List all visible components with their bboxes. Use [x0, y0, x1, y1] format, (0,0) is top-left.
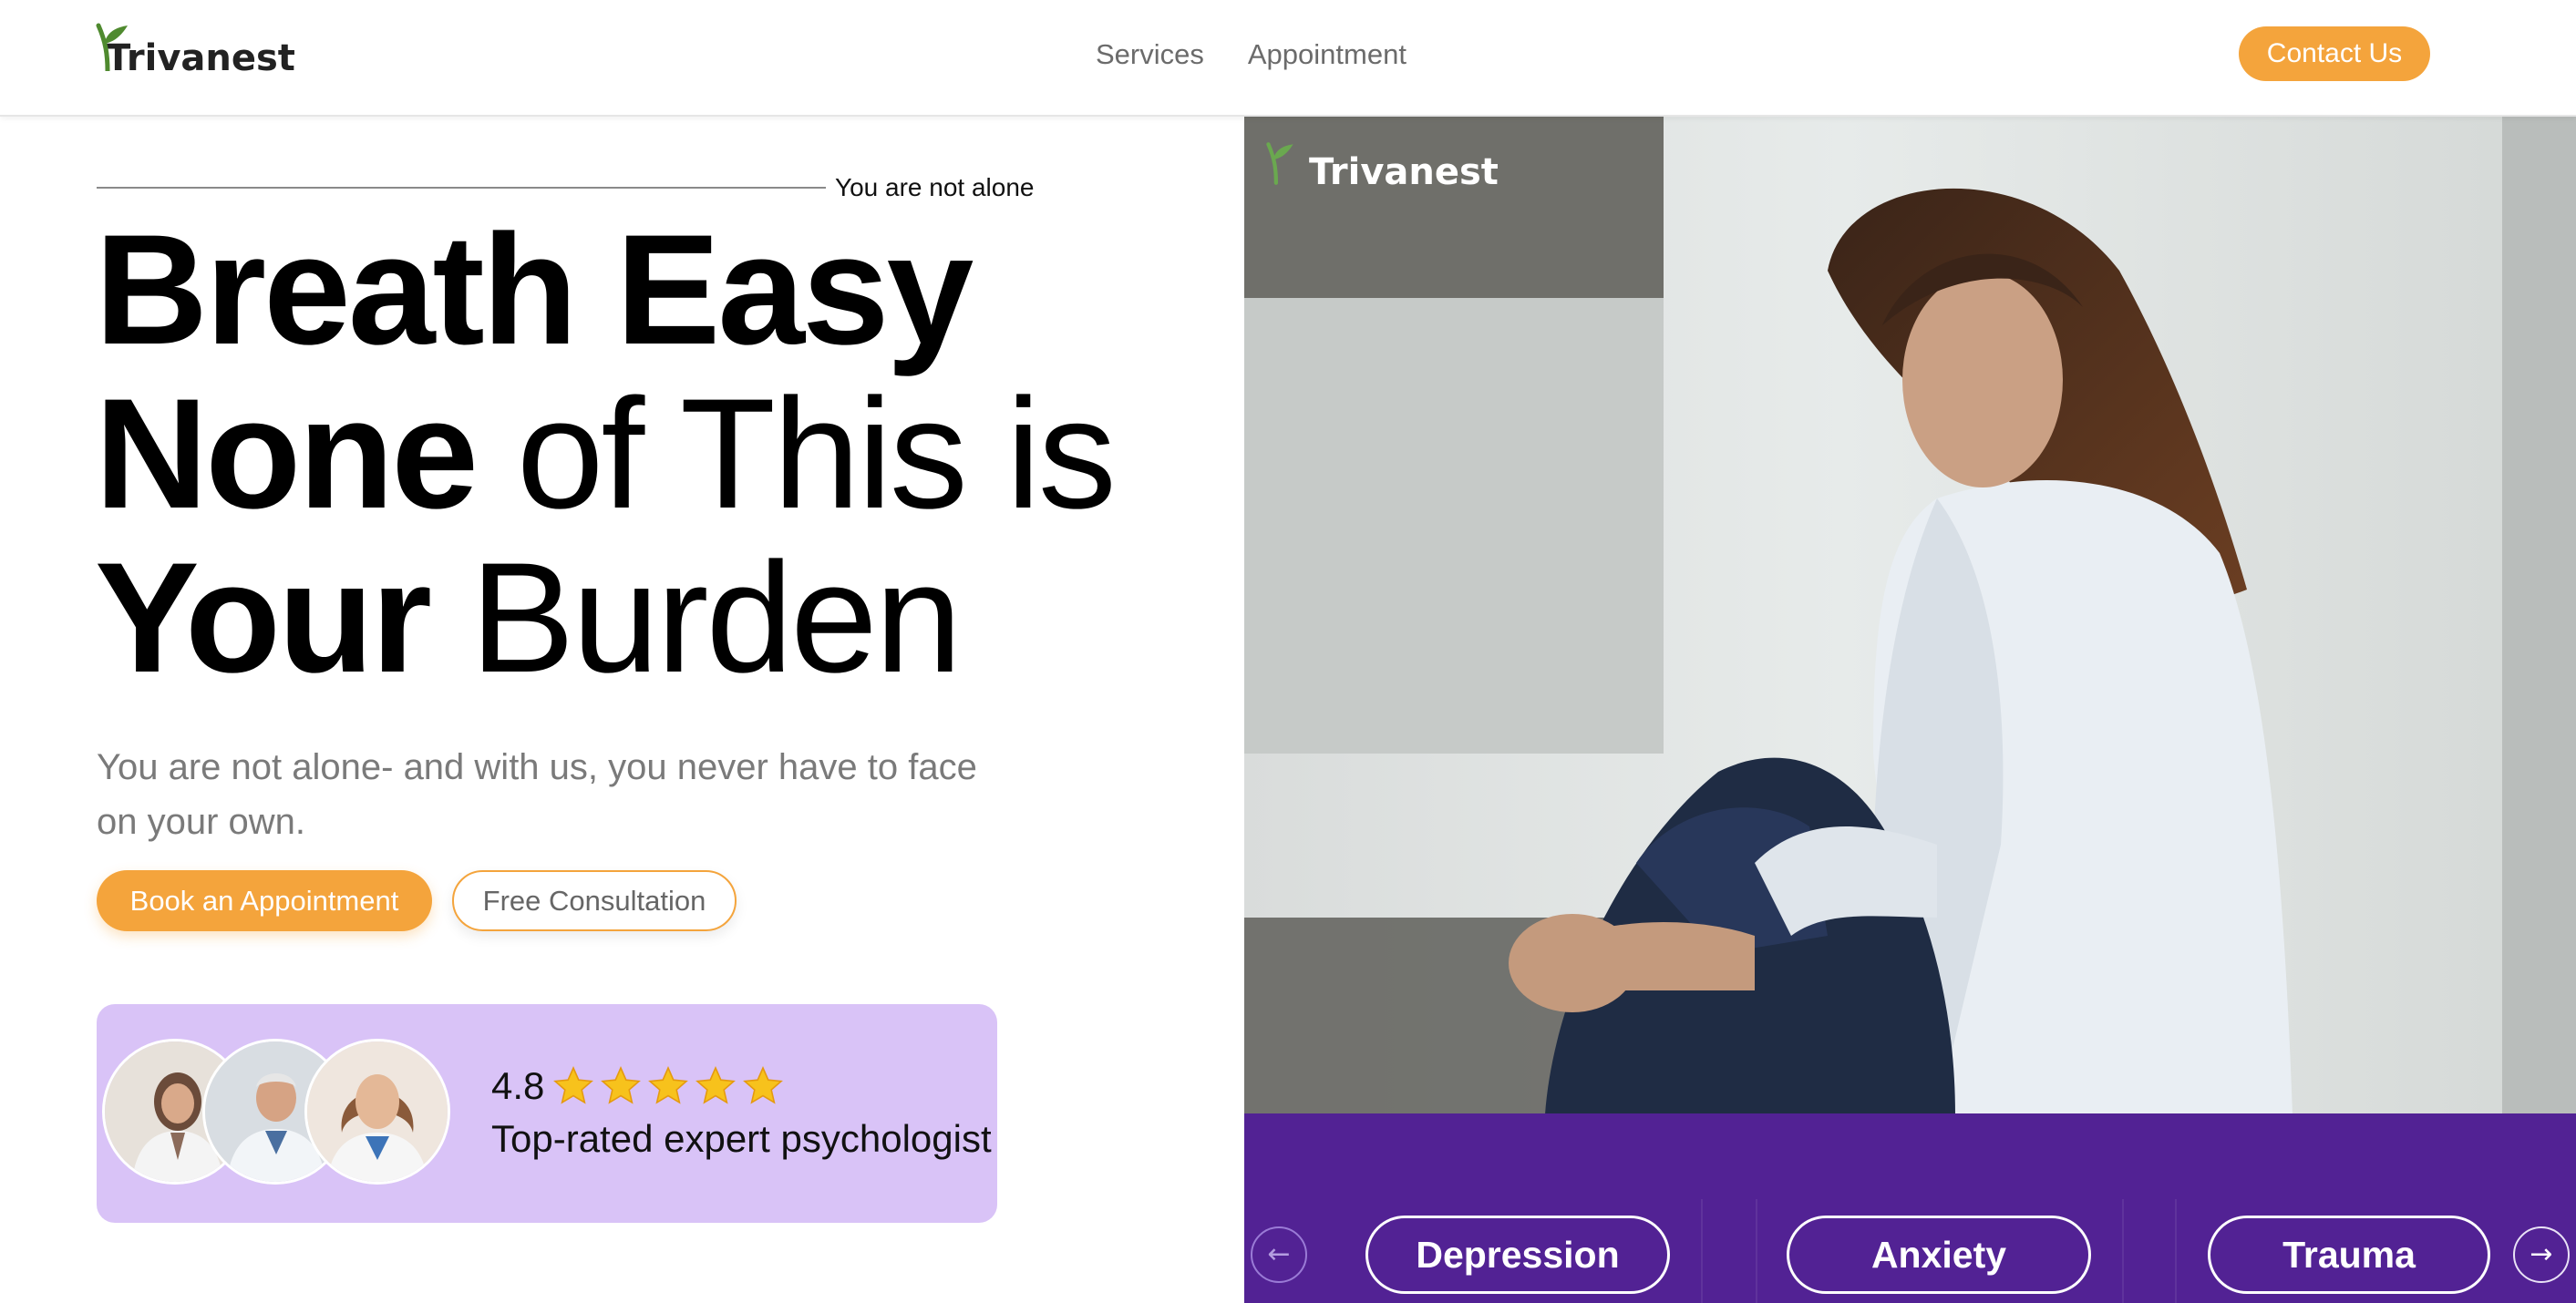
headline-line2-regular: of This is — [516, 366, 1117, 541]
leaf-icon — [1266, 142, 1293, 185]
carousel-item-trauma[interactable]: Trauma — [2208, 1216, 2490, 1294]
tagline-text: You are not alone — [835, 173, 1035, 201]
carousel-divider — [1756, 1199, 1757, 1303]
logo-text: Trivanest — [106, 37, 295, 79]
tagline-divider — [97, 187, 826, 189]
tagline: You are not alone — [97, 173, 1035, 202]
headline-line1: Breath Easy — [95, 202, 974, 377]
arrow-left-icon[interactable]: ← — [1251, 1226, 1307, 1283]
carousel-item-depression[interactable]: Depression — [1365, 1216, 1670, 1294]
contact-us-button[interactable]: Contact Us — [2239, 26, 2430, 81]
headline-line3-regular: Burden — [469, 530, 963, 705]
rating-label: Top-rated expert psychologist — [491, 1117, 992, 1160]
avatar — [304, 1039, 450, 1185]
nav-services[interactable]: Services — [1096, 35, 1204, 75]
rating-card: 4.8 Top-rated expert psychologist — [97, 1004, 997, 1223]
headline-line2-bold: None — [95, 366, 479, 541]
carousel-divider — [2175, 1199, 2177, 1303]
site-logo[interactable]: Trivanest — [95, 20, 295, 78]
hero-photo — [1244, 116, 2576, 1114]
star-icon — [696, 1066, 737, 1104]
star-icon — [743, 1066, 784, 1104]
star-icon — [648, 1066, 689, 1104]
leaf-icon — [96, 23, 128, 71]
photo-logo: Trivanest — [1265, 137, 1499, 193]
star-icon — [553, 1066, 594, 1104]
photo-logo-text: Trivanest — [1309, 151, 1499, 193]
arrow-right-icon[interactable]: → — [2513, 1226, 2570, 1283]
nav-appointment[interactable]: Appointment — [1248, 35, 1406, 75]
carousel-item-anxiety[interactable]: Anxiety — [1787, 1216, 2091, 1294]
rating-value: 4.8 — [491, 1064, 545, 1107]
hero-subtext: You are not alone- and with us, you neve… — [97, 747, 977, 842]
headline-line3-bold: Your — [95, 530, 432, 705]
hero-headline: Breath Easy None of This is Your Burden — [95, 208, 1117, 700]
carousel-divider — [1701, 1199, 1703, 1303]
book-appointment-button[interactable]: Book an Appointment — [97, 870, 432, 931]
main-nav: Services Appointment — [1096, 35, 1406, 75]
site-header: Trivanest Services Appointment Contact U… — [0, 0, 2576, 117]
free-consultation-button[interactable]: Free Consultation — [452, 870, 737, 931]
carousel-divider — [2122, 1199, 2124, 1303]
rating-row: 4.8 — [491, 1064, 788, 1108]
star-icon — [601, 1066, 642, 1104]
